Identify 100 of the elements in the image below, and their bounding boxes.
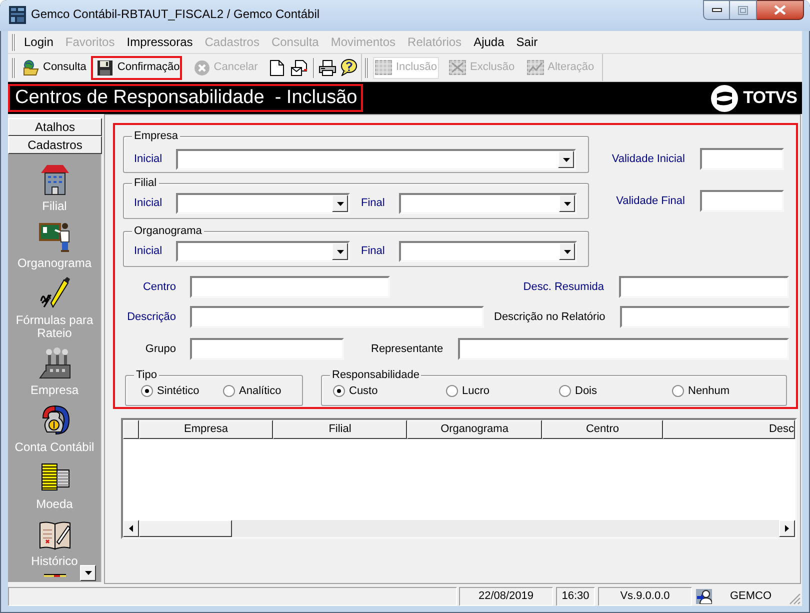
grid-cross-icon	[448, 60, 466, 75]
sidebar-tab[interactable]: Cadastros	[8, 136, 102, 154]
mail-document-button[interactable]	[290, 58, 309, 76]
radio-option[interactable]: Lucro	[446, 384, 559, 398]
column-header[interactable]: Desc	[663, 420, 795, 439]
caret-down-icon	[84, 571, 92, 575]
radio-option[interactable]: Analítico	[223, 384, 305, 398]
field-label: Validade Inicial	[612, 152, 685, 167]
radio-option[interactable]: Custo	[333, 384, 446, 398]
radio-option[interactable]: Sintético	[141, 384, 223, 398]
chalkboard-icon	[38, 220, 70, 252]
caret-down-icon	[336, 202, 344, 206]
printer-icon	[318, 60, 336, 76]
group-title: Empresa	[132, 130, 180, 143]
sidebar-tab[interactable]: Atalhos	[8, 118, 102, 136]
field-label: Final	[361, 244, 386, 260]
close-button[interactable]	[757, 0, 804, 20]
text-field[interactable]	[190, 276, 390, 298]
app-icon	[9, 6, 26, 24]
save-icon	[97, 60, 114, 76]
status-user: GEMCO	[730, 589, 772, 604]
grid-line-icon	[526, 60, 544, 75]
field-label: Descrição no Relatório	[494, 310, 606, 325]
caret-down-icon	[336, 250, 344, 254]
print-button[interactable]	[318, 58, 337, 76]
coin-stack-icon	[38, 461, 70, 493]
folder-globe-icon	[23, 60, 39, 76]
document-envelope-icon	[290, 60, 308, 76]
field-label: Desc. Resumida	[522, 280, 604, 295]
dropdown-button[interactable]	[332, 195, 348, 212]
combo-box[interactable]	[399, 193, 577, 214]
maximize-button[interactable]	[730, 0, 757, 20]
radio-option[interactable]: Nenhum	[672, 384, 785, 398]
logo-text: TOTVS	[743, 88, 797, 108]
group-title: Responsabilidade	[330, 369, 422, 382]
close-icon	[774, 5, 786, 15]
grip-icon	[365, 58, 369, 78]
status-version: Vs.9.0.0.0	[598, 587, 692, 606]
text-field[interactable]	[458, 338, 789, 360]
caret-down-icon	[562, 158, 570, 162]
column-header[interactable]: Organograma	[407, 420, 542, 439]
text-field[interactable]	[619, 276, 789, 298]
toolbar-button[interactable]: Confirmação	[91, 56, 182, 80]
dropdown-button[interactable]	[559, 243, 575, 260]
combo-box[interactable]	[176, 241, 350, 262]
dropdown-button[interactable]	[559, 195, 575, 212]
menu-item[interactable]: Login	[18, 34, 60, 50]
text-field[interactable]	[620, 306, 790, 328]
scroll-down-button[interactable]	[80, 565, 96, 581]
caret-down-icon	[564, 202, 570, 206]
dropdown-button[interactable]	[332, 243, 348, 260]
combo-box[interactable]	[176, 193, 350, 214]
combo-box[interactable]	[399, 241, 577, 262]
dropdown-button[interactable]	[558, 151, 574, 168]
cancel-icon	[194, 60, 210, 76]
radio-option[interactable]: Dois	[559, 384, 672, 398]
combo-box[interactable]	[176, 149, 576, 170]
grip-icon	[12, 58, 16, 78]
text-field[interactable]	[190, 338, 344, 360]
column-header[interactable]: Centro	[542, 420, 663, 439]
help-icon	[340, 59, 357, 76]
field-label: Centro	[142, 280, 176, 295]
caret-right-icon	[785, 525, 789, 532]
menu-item[interactable]: Ajuda	[468, 34, 510, 50]
field-label: Descrição	[126, 310, 176, 325]
window-title: Gemco Contábil-RBTAUT_FISCAL2 / Gemco Contábil	[31, 7, 320, 21]
group-title: Organograma	[132, 225, 204, 238]
grid-icon	[375, 60, 392, 75]
new-document-button[interactable]	[268, 58, 285, 76]
status-time: 16:30	[556, 587, 595, 606]
column-header[interactable]: Filial	[273, 420, 407, 439]
page-title: Centros de Responsabilidade - Inclusão	[8, 84, 364, 112]
ruler-icon	[44, 574, 66, 577]
field-label: Grupo	[144, 342, 176, 357]
column-header[interactable]: Empresa	[139, 420, 273, 439]
toolbar-button[interactable]: Consulta	[17, 56, 88, 80]
help-button[interactable]	[338, 58, 358, 77]
menu-item[interactable]: Impressoras	[120, 34, 199, 50]
pencil-icon	[38, 277, 70, 309]
field-label: Inicial	[134, 244, 164, 260]
scroll-right-button[interactable]	[779, 520, 795, 537]
field-label: Representante	[371, 342, 444, 357]
scroll-thumb[interactable]	[139, 520, 232, 537]
status-date: 22/08/2019	[459, 587, 553, 606]
building-icon	[38, 163, 70, 195]
user-icon	[696, 589, 712, 604]
field-label: Validade Final	[616, 194, 685, 209]
scroll-left-button[interactable]	[123, 520, 139, 537]
minimize-icon	[712, 8, 722, 12]
text-field[interactable]	[700, 148, 784, 170]
field-label: Inicial	[134, 196, 164, 212]
text-field[interactable]	[700, 190, 784, 212]
document-icon	[270, 60, 284, 76]
menu-item[interactable]: Sair	[510, 34, 544, 50]
resize-grip-icon	[789, 593, 801, 605]
factory-icon	[38, 347, 70, 379]
text-field[interactable]	[190, 306, 484, 328]
minimize-button[interactable]	[703, 0, 730, 20]
maximize-icon	[738, 6, 748, 14]
horizontal-scrollbar[interactable]	[123, 520, 795, 537]
